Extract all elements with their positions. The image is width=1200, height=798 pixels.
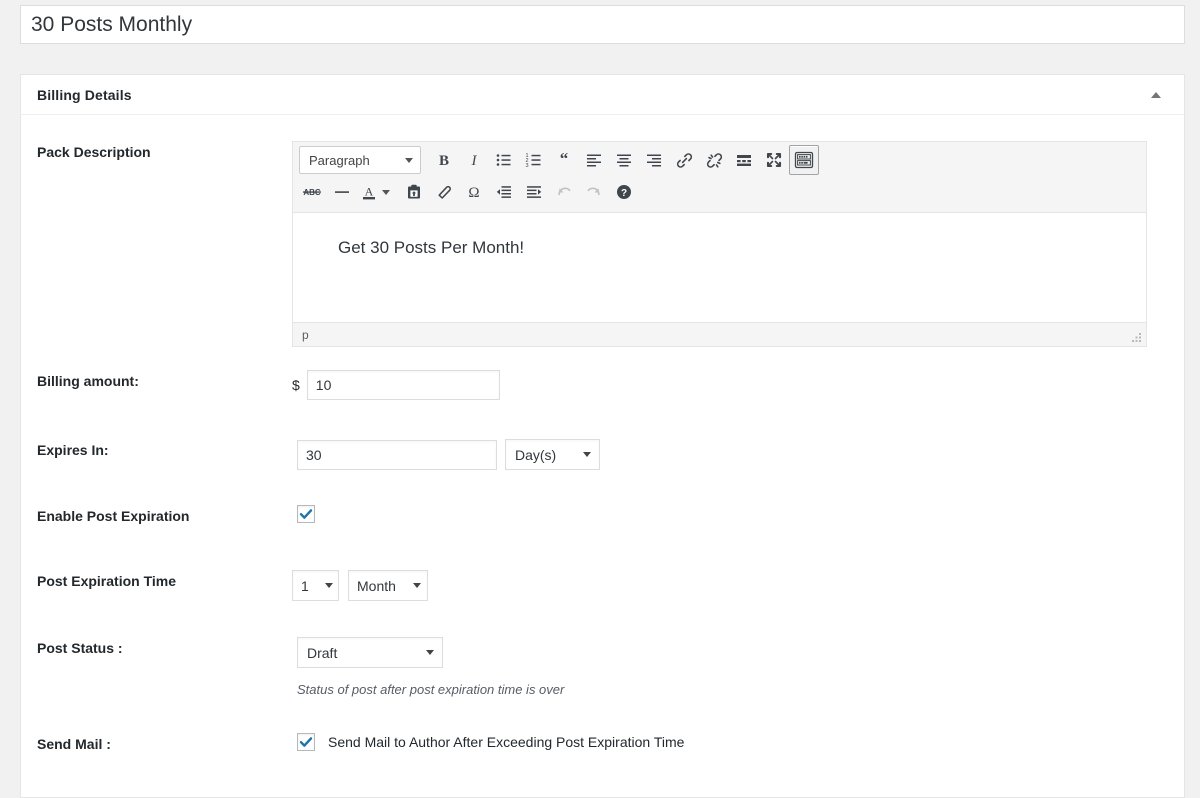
editor-element-path: p [302,327,309,342]
horizontal-rule-icon[interactable] [327,177,357,207]
indent-icon[interactable] [519,177,549,207]
fullscreen-icon[interactable] [759,145,789,175]
chevron-down-icon [426,650,434,655]
outdent-icon[interactable] [489,177,519,207]
currency-symbol: $ [292,377,300,393]
expires-in-label: Expires In: [37,442,109,458]
enable-post-expiration-checkbox[interactable] [297,505,315,523]
editor-toolbar-row-2: ABC A Ω ? [295,176,1144,208]
svg-text:I: I [471,153,478,169]
bullet-list-icon[interactable] [489,145,519,175]
align-left-icon[interactable] [579,145,609,175]
billing-amount-label: Billing amount: [37,373,139,389]
bold-icon[interactable]: B [429,145,459,175]
post-expiration-unit-select[interactable]: Month [348,570,428,601]
editor-statusbar: p [293,323,1146,346]
send-mail-label: Send Mail : [37,736,111,752]
row-enable-post-expiration: Enable Post Expiration [37,505,1168,570]
unlink-icon[interactable] [699,145,729,175]
svg-text:A: A [365,185,374,199]
text-color-icon[interactable]: A [357,177,381,207]
svg-text:3: 3 [526,163,529,169]
format-select-value: Paragraph [309,152,370,168]
post-status-hint: Status of post after post expiration tim… [297,682,565,697]
row-expires-in: Expires In: Day(s) [37,439,1168,505]
expires-in-input[interactable] [297,439,497,470]
post-title-wrapper [20,5,1185,44]
admin-page: Billing Details Pack Description Paragra… [0,0,1200,798]
editor-toolbar: Paragraph B I 1 2 3 “ ABC A Ω ? [293,142,1146,213]
post-status-label: Post Status : [37,640,123,656]
align-right-icon[interactable] [639,145,669,175]
italic-icon[interactable]: I [459,145,489,175]
chevron-down-icon [325,583,333,588]
row-post-status: Post Status : Draft Status of post after… [37,637,1168,733]
send-mail-checkbox-label: Send Mail to Author After Exceeding Post… [328,734,685,750]
editor-content-area[interactable]: Get 30 Posts Per Month! [293,213,1146,323]
redo-icon[interactable] [579,177,609,207]
svg-text:B: B [439,153,449,169]
format-select[interactable]: Paragraph [299,146,421,174]
align-center-icon[interactable] [609,145,639,175]
svg-text:“: “ [560,150,569,168]
chevron-down-icon [583,452,591,457]
text-color-button[interactable]: A [357,177,399,207]
post-expiration-number-value: 1 [301,577,309,594]
panel-title: Billing Details [37,86,132,103]
svg-text:Ω: Ω [468,185,479,201]
billing-details-panel: Billing Details Pack Description Paragra… [20,74,1185,798]
special-character-icon[interactable]: Ω [459,177,489,207]
editor-resize-handle[interactable] [1130,331,1142,343]
clear-formatting-icon[interactable] [429,177,459,207]
numbered-list-icon[interactable]: 1 2 3 [519,145,549,175]
chevron-down-icon [413,583,421,588]
post-status-select[interactable]: Draft [297,637,443,668]
expires-in-unit-value: Day(s) [515,446,557,463]
pack-description-editor: Paragraph B I 1 2 3 “ ABC A Ω ? Get 30 P… [292,141,1147,347]
row-billing-amount: Billing amount: $ [37,370,1168,439]
row-pack-description: Pack Description Paragraph B I 1 2 3 “ A… [37,141,1168,370]
blockquote-icon[interactable]: “ [549,145,579,175]
caret-up-icon [1151,91,1161,98]
post-title-input[interactable] [21,9,1184,40]
help-icon[interactable]: ? [609,177,639,207]
send-mail-checkbox[interactable] [297,733,315,751]
toolbar-toggle-icon[interactable] [789,145,819,175]
post-expiration-unit-value: Month [357,577,396,594]
svg-text:?: ? [621,188,627,199]
billing-amount-input[interactable] [306,370,500,400]
strikethrough-icon[interactable]: ABC [297,177,327,207]
row-send-mail: Send Mail : Send Mail to Author After Ex… [37,733,1168,773]
post-status-value: Draft [307,644,338,661]
read-more-icon[interactable] [729,145,759,175]
editor-body-text: Get 30 Posts Per Month! [338,238,525,257]
editor-toolbar-row-1: Paragraph B I 1 2 3 “ [295,144,1144,176]
chevron-down-icon [382,189,390,195]
panel-body: Pack Description Paragraph B I 1 2 3 “ A… [21,115,1184,783]
link-icon[interactable] [669,145,699,175]
expires-in-unit-select[interactable]: Day(s) [505,439,600,470]
row-post-expiration-time: Post Expiration Time 1 Month [37,570,1168,637]
pack-description-label: Pack Description [37,144,151,160]
enable-post-expiration-label: Enable Post Expiration [37,508,190,524]
panel-collapse-toggle[interactable] [1138,75,1174,114]
post-expiration-time-label: Post Expiration Time [37,573,176,589]
undo-icon[interactable] [549,177,579,207]
post-expiration-number-select[interactable]: 1 [292,570,339,601]
panel-header: Billing Details [21,75,1184,115]
chevron-down-icon [405,157,413,163]
paste-as-text-icon[interactable] [399,177,429,207]
